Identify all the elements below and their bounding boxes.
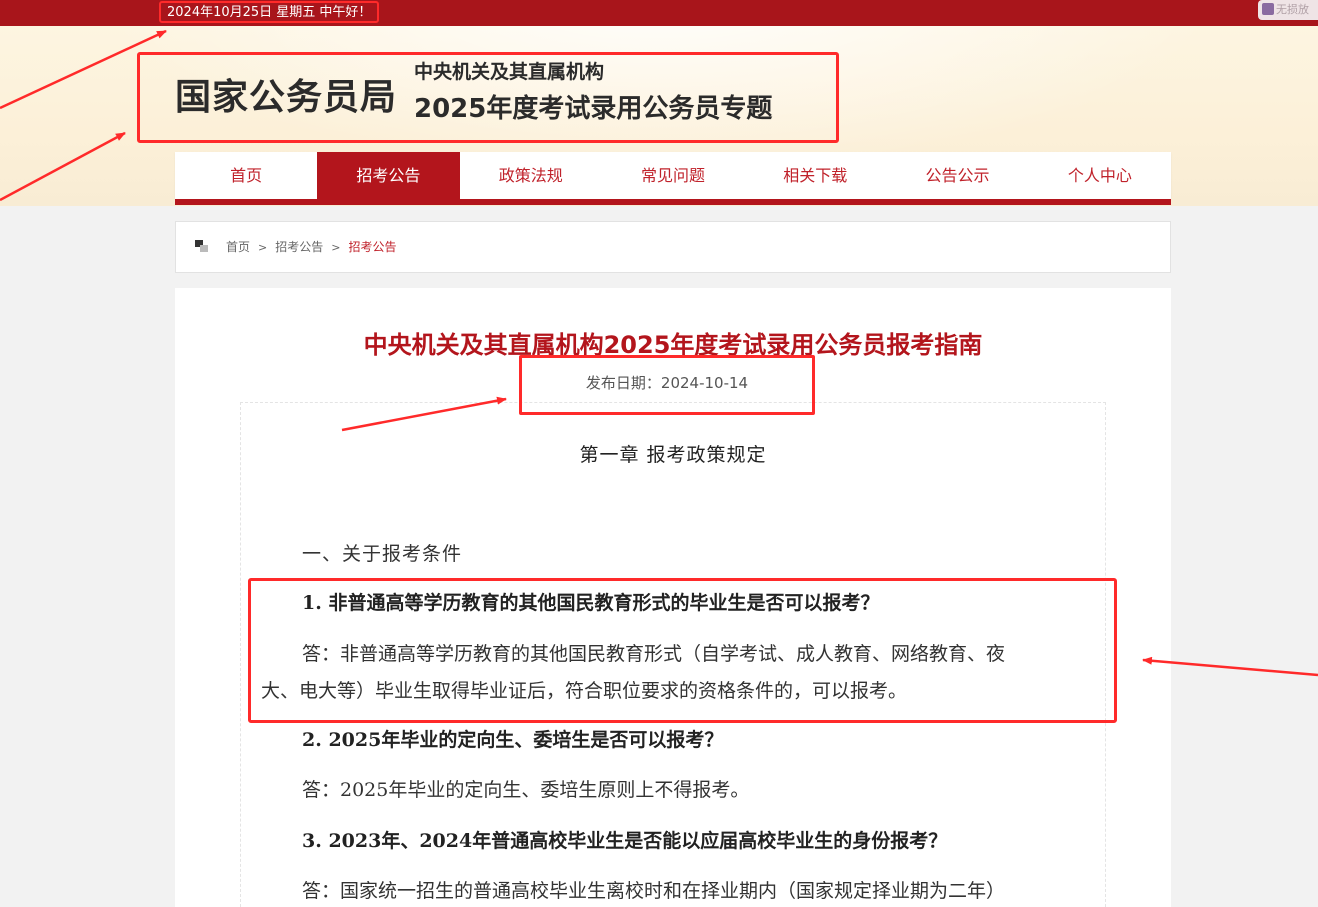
nav-recruitment-notice[interactable]: 招考公告 [317,152,460,199]
answer-2: 答：2025年毕业的定向生、委培生原则上不得报考。 [302,779,750,801]
annotation-box-publish-date [519,355,815,415]
nav-personal-center[interactable]: 个人中心 [1029,152,1171,199]
accessibility-plugin-button[interactable]: 无损放 [1258,0,1318,20]
breadcrumb-level1[interactable]: 招考公告 [275,240,323,254]
breadcrumb-current[interactable]: 招考公告 [348,240,396,254]
question-3: 3. 2023年、2024年普通高校毕业生是否能以应届高校毕业生的身份报考？ [302,830,948,852]
nav-home[interactable]: 首页 [175,152,317,199]
location-icon [195,240,208,252]
nav-downloads[interactable]: 相关下载 [744,152,886,199]
answer-3-line1: 答：国家统一招生的普通高校毕业生离校时和在择业期内（国家规定择业期为二年） [302,880,1006,902]
section-heading: 一、关于报考条件 [302,543,463,565]
date-greeting: 2024年10月25日 星期五 中午好！ [159,1,380,23]
site-subtitle-line2: 2025年度考试录用公务员专题 [414,94,773,124]
site-logo-name[interactable]: 国家公务员局 [175,68,397,120]
breadcrumb: 首页 > 招考公告 > 招考公告 [175,221,1171,273]
nav-underline [175,199,1171,205]
top-bar: 2024年10月25日 星期五 中午好！ 无损放 [0,0,1318,26]
question-2: 2. 2025年毕业的定向生、委培生是否可以报考？ [302,729,724,751]
main-nav: 首页 招考公告 政策法规 常见问题 相关下载 公告公示 个人中心 [175,152,1171,199]
breadcrumb-separator: > [331,241,341,254]
annotation-box-qa [248,578,1117,723]
site-subtitle-line1: 中央机关及其直属机构 [414,61,605,83]
nav-policies[interactable]: 政策法规 [460,152,602,199]
plugin-icon [1262,3,1274,15]
breadcrumb-separator: > [258,241,268,254]
plugin-label: 无损放 [1276,3,1309,16]
chapter-heading: 第一章 报考政策规定 [579,444,767,466]
nav-faq[interactable]: 常见问题 [602,152,744,199]
nav-announcements[interactable]: 公告公示 [886,152,1028,199]
breadcrumb-home[interactable]: 首页 [226,240,250,254]
